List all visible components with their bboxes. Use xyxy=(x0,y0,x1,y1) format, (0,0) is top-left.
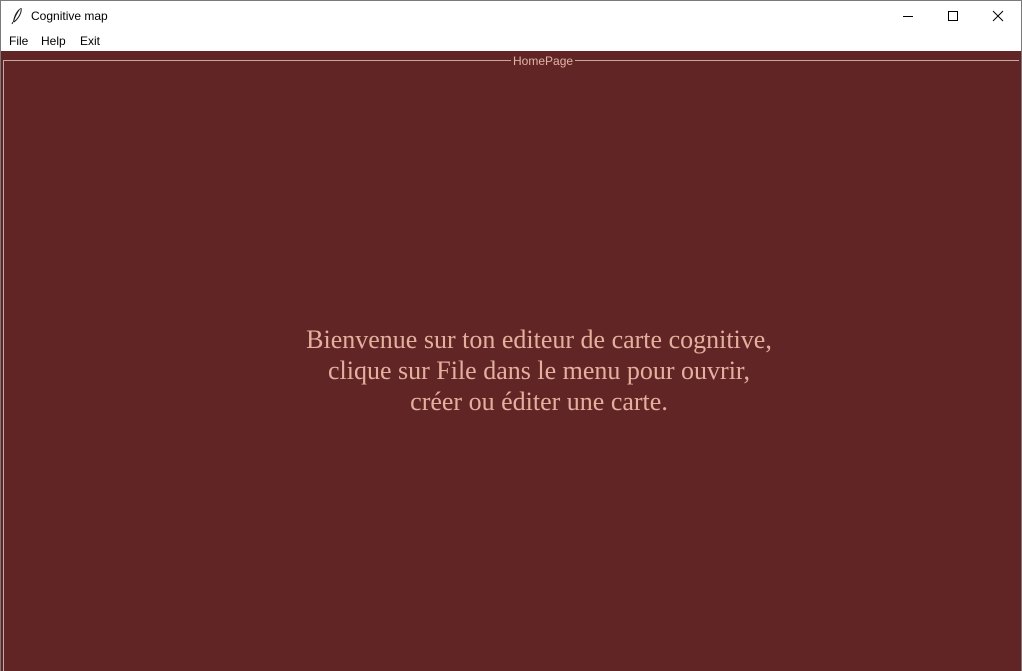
frame-label: HomePage xyxy=(513,54,574,68)
frame-border-left xyxy=(3,60,4,671)
welcome-message: Bienvenue sur ton editeur de carte cogni… xyxy=(191,324,887,417)
welcome-line: Bienvenue sur ton editeur de carte cogni… xyxy=(306,325,772,354)
welcome-line: clique sur File dans le menu pour ouvrir… xyxy=(327,356,751,385)
title-bar[interactable]: Cognitive map xyxy=(1,1,1021,31)
maximize-icon xyxy=(947,7,959,26)
window-title: Cognitive map xyxy=(31,9,108,23)
menu-bar: File Help Exit xyxy=(1,31,1021,51)
menu-file[interactable]: File xyxy=(9,34,28,48)
minimize-icon xyxy=(902,7,914,26)
maximize-button[interactable] xyxy=(930,1,976,31)
menu-help[interactable]: Help xyxy=(41,34,66,48)
minimize-button[interactable] xyxy=(885,1,931,31)
welcome-line: créer ou éditer une carte. xyxy=(410,387,668,416)
close-icon xyxy=(992,7,1004,26)
frame-border-top-right xyxy=(575,60,1019,61)
homepage-frame: HomePage Bienvenue sur ton editeur de ca… xyxy=(1,51,1021,671)
close-button[interactable] xyxy=(975,1,1021,31)
menu-exit[interactable]: Exit xyxy=(80,34,100,48)
frame-border-top-left xyxy=(3,60,511,61)
feather-icon xyxy=(10,7,24,25)
app-window: Cognitive map File Help Exit HomePage Bi… xyxy=(0,0,1022,671)
